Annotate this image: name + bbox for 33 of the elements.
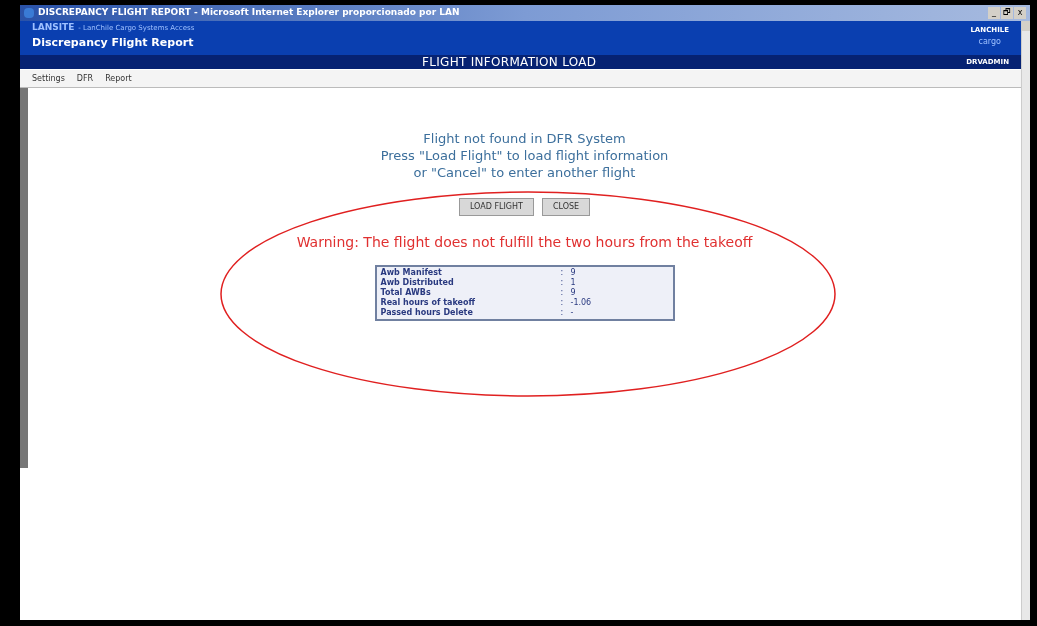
window-title: DISCREPANCY FLIGHT REPORT - Microsoft Internet Explorer proporcionado por LAN bbox=[38, 6, 460, 20]
summary-label: Awb Manifest bbox=[380, 268, 443, 278]
page-title: FLIGHT INFORMATION LOAD bbox=[422, 54, 597, 71]
menu-item[interactable]: Report bbox=[105, 72, 132, 85]
summary-separator: : bbox=[560, 278, 565, 288]
action-button[interactable]: LOAD FLIGHT bbox=[458, 198, 534, 216]
window-control[interactable]: x bbox=[1014, 7, 1026, 19]
action-button[interactable]: CLOSE bbox=[541, 198, 591, 216]
window-control[interactable]: _ bbox=[988, 7, 1000, 19]
browser-icon bbox=[24, 8, 34, 18]
summary-separator: : bbox=[560, 298, 565, 308]
summary-value: -1.06 bbox=[570, 298, 592, 308]
summary-label: Awb Distributed bbox=[380, 278, 455, 288]
summary-value: 9 bbox=[570, 288, 576, 298]
info-message: or "Cancel" to enter another flight bbox=[413, 164, 636, 181]
summary-label: Real hours of takeoff bbox=[380, 298, 476, 308]
summary-value: - bbox=[570, 308, 574, 318]
app-title: Discrepancy Flight Report bbox=[32, 34, 195, 51]
info-message: Press "Load Flight" to load flight information bbox=[380, 147, 669, 164]
scrollbar[interactable] bbox=[1021, 21, 1030, 620]
summary-value: 9 bbox=[570, 268, 576, 278]
menu-item[interactable]: Settings bbox=[32, 72, 65, 85]
summary-separator: : bbox=[560, 308, 565, 318]
summary-label: Total AWBs bbox=[380, 288, 432, 298]
site-name: LANSITE bbox=[32, 21, 75, 34]
summary-label: Passed hours Delete bbox=[380, 308, 474, 318]
summary-separator: : bbox=[560, 268, 565, 278]
window-control[interactable]: 🗗 bbox=[1001, 7, 1013, 19]
summary-separator: : bbox=[560, 288, 565, 298]
warning-message: Warning: The flight does not fulfill the two hours from the takeoff bbox=[296, 233, 753, 252]
summary-value: 1 bbox=[570, 278, 576, 288]
info-message: Flight not found in DFR System bbox=[423, 130, 626, 147]
menu-item[interactable]: DFR bbox=[76, 72, 94, 85]
